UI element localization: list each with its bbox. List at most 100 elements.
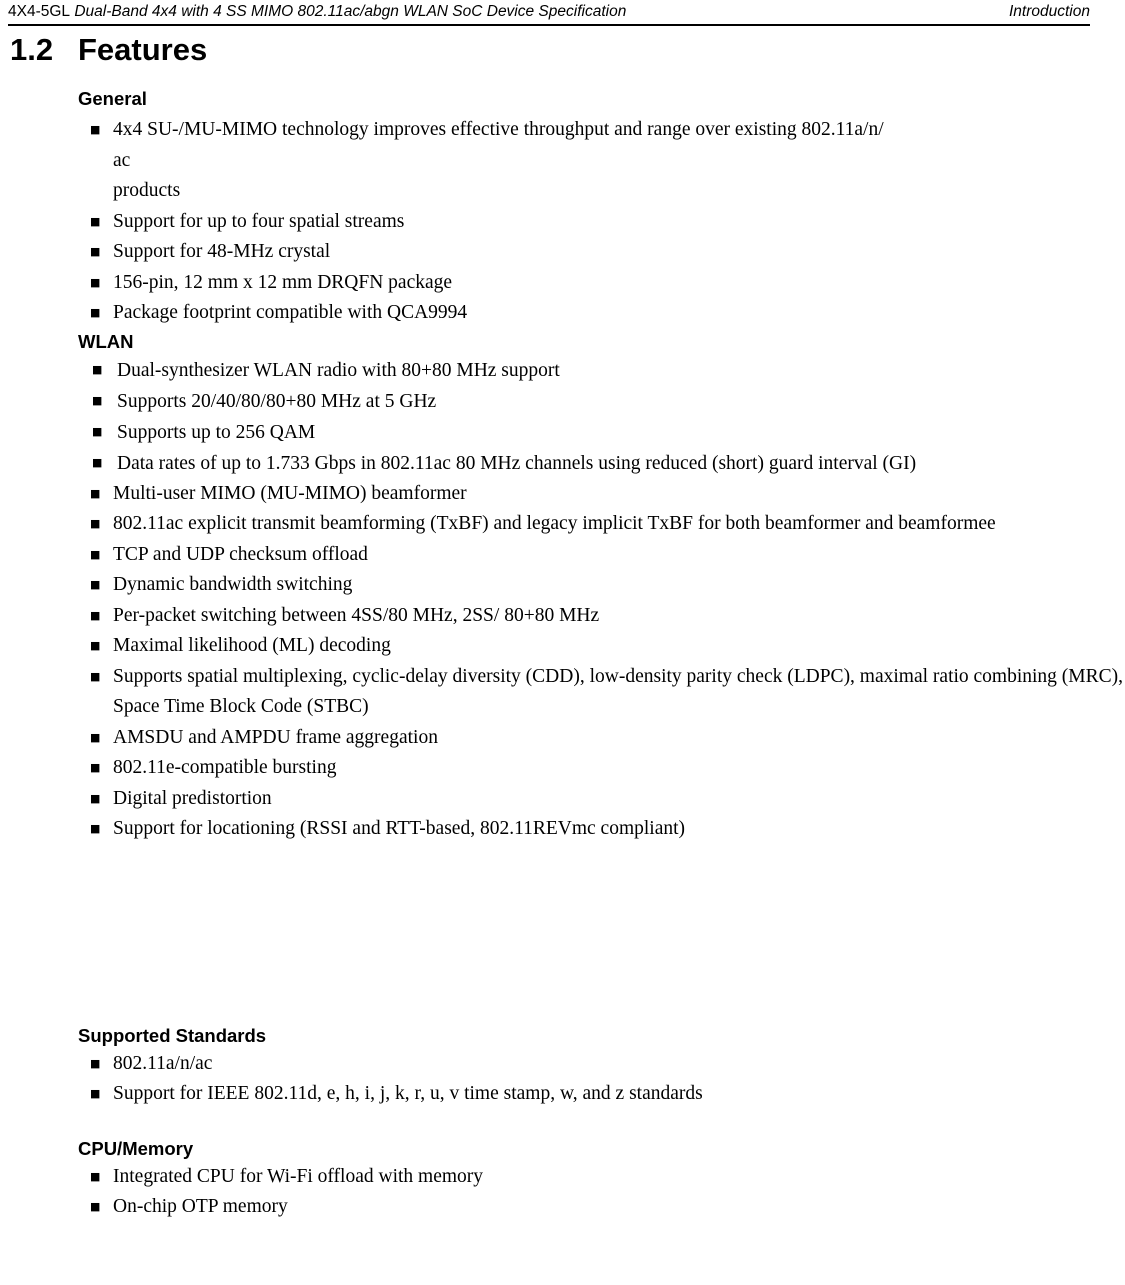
list-item: ■ On-chip OTP memory: [90, 1192, 1125, 1223]
list-item-text: Dual-synthesizer WLAN radio with 80+80 M…: [117, 359, 560, 381]
list-item-text: Package footprint compatible with QCA999…: [113, 302, 468, 323]
list-item-text: Integrated CPU for Wi-Fi offload with me…: [113, 1165, 484, 1187]
bullet-square-icon: ■: [92, 393, 103, 407]
bullet-square-icon: ■: [90, 761, 101, 774]
group-heading-wlan: WLAN: [78, 330, 134, 352]
group-general: General ■ 4x4 SU-/MU-MIMO technology imp…: [0, 86, 1125, 329]
list-item: ■ Maximal likelihood (ML) decoding: [90, 631, 1125, 662]
bullet-square-icon: ■: [90, 578, 101, 591]
list-item: ■ Support for 48-MHz crystal: [90, 237, 1125, 268]
list-item: ■ Supports spatial multiplexing, cyclic-…: [90, 662, 1125, 723]
list-item: ■ Package footprint compatible with QCA9…: [90, 298, 1125, 329]
group-heading-general: General: [78, 88, 147, 109]
list-item: ■ 156-pin, 12 mm x 12 mm DRQFN package: [90, 268, 1125, 299]
bullet-square-icon: ■: [92, 362, 103, 376]
list-item-text: Support for IEEE 802.11d, e, h, i, j, k,…: [113, 1083, 703, 1104]
bullet-square-icon: ■: [90, 822, 101, 835]
list-item: ■ 802.11a/n/ac: [90, 1049, 1125, 1080]
list-item-text: Support for locationing (RSSI and RTT-ba…: [113, 818, 686, 839]
list-item-text: 802.11a/n/ac: [113, 1052, 213, 1074]
bullet-square-icon: ■: [90, 486, 101, 500]
bullet-square-icon: ■: [90, 608, 101, 622]
list-item: ■ 802.11e-compatible bursting: [90, 753, 1125, 784]
list-item-text: Support for up to four spatial streams: [113, 210, 405, 232]
list-item-text: Digital predistortion: [113, 787, 272, 809]
group-heading-cpu-memory: CPU/Memory: [78, 1137, 194, 1159]
list-item-text: Supports spatial multiplexing, cyclic-de…: [113, 665, 1124, 718]
bullet-square-icon: ■: [90, 1169, 101, 1183]
bullet-list-general: ■ 4x4 SU-/MU-MIMO technology improves ef…: [0, 115, 1125, 329]
bullet-square-icon: ■: [90, 730, 101, 744]
header-document-line: 4X4-5GL Dual-Band 4x4 with 4 SS MIMO 802…: [8, 2, 626, 22]
list-item: ■ Per-packet switching between 4SS/80 MH…: [90, 601, 1125, 632]
list-item: ■ Integrated CPU for Wi-Fi offload with …: [90, 1162, 1125, 1193]
group-supported-standards: Supported Standards ■ 802.11a/n/ac ■ Sup…: [0, 1023, 1125, 1110]
running-header: 4X4-5GL Dual-Band 4x4 with 4 SS MIMO 802…: [8, 2, 1090, 26]
bullet-square-icon: ■: [90, 1087, 101, 1100]
bullet-square-icon: ■: [90, 547, 101, 561]
bullet-square-icon: ■: [92, 424, 103, 438]
bullet-square-icon: ■: [92, 455, 103, 469]
group-cpu-memory: CPU/Memory ■ Integrated CPU for Wi-Fi of…: [0, 1136, 1125, 1223]
list-item: ■ AMSDU and AMPDU frame aggregation: [90, 723, 1125, 754]
list-item-text: Maximal likelihood (ML) decoding: [113, 635, 391, 656]
list-item-continuation: products: [113, 180, 181, 201]
list-item-text: AMSDU and AMPDU frame aggregation: [113, 726, 438, 748]
list-item-text: Dynamic bandwidth switching: [113, 574, 353, 595]
bullet-square-icon: ■: [90, 517, 101, 530]
header-document-code: 4X4-5GL: [8, 3, 71, 20]
bullet-square-icon: ■: [90, 1200, 101, 1213]
list-item: ■ Support for locationing (RSSI and RTT-…: [90, 814, 1125, 845]
list-item: ■ 4x4 SU-/MU-MIMO technology improves ef…: [90, 115, 1125, 207]
group-heading-supported-standards: Supported Standards: [78, 1024, 267, 1046]
list-item-continuation: ac: [113, 149, 131, 171]
bullet-square-icon: ■: [90, 245, 101, 258]
list-item: ■ Supports up to 256 QAM: [92, 417, 1125, 448]
list-item-text: Data rates of up to 1.733 Gbps in 802.11…: [117, 452, 917, 474]
list-item-text: On-chip OTP memory: [113, 1196, 288, 1217]
list-item: ■ Data rates of up to 1.733 Gbps in 802.…: [92, 448, 1125, 479]
features-content: General ■ 4x4 SU-/MU-MIMO technology imp…: [0, 86, 1125, 1223]
bullet-list-wlan-upper-wrapper: ■ Dual-synthesizer WLAN radio with 80+80…: [0, 355, 1125, 479]
section-heading-1-2: 1.2 Features: [10, 28, 207, 72]
list-item: ■ Multi-user MIMO (MU-MIMO) beamformer: [90, 479, 1125, 510]
list-item: ■ Dynamic bandwidth switching: [90, 570, 1125, 601]
list-item-text: Supports 20/40/80/80+80 MHz at 5 GHz: [117, 390, 437, 412]
list-item: ■ 802.11ac explicit transmit beamforming…: [90, 509, 1125, 540]
list-item-text: 802.11ac explicit transmit beamforming (…: [113, 513, 996, 534]
bullet-square-icon: ■: [90, 214, 101, 228]
bullet-list-wlan-lower: ■ Multi-user MIMO (MU-MIMO) beamformer ■…: [0, 479, 1125, 845]
list-item-text: 4x4 SU-/MU-MIMO technology improves effe…: [113, 119, 884, 140]
list-item: ■ Support for up to four spatial streams: [90, 207, 1125, 238]
bullet-square-icon: ■: [90, 669, 101, 683]
header-divider-rule: [8, 24, 1090, 26]
list-item-text: Support for 48-MHz crystal: [113, 241, 331, 262]
list-item: ■ Dual-synthesizer WLAN radio with 80+80…: [92, 355, 1125, 386]
section-title: Features: [78, 32, 208, 67]
bullet-square-icon: ■: [90, 275, 101, 289]
header-document-title: Dual-Band 4x4 with 4 SS MIMO 802.11ac/ab…: [74, 3, 627, 20]
list-item-text: 156-pin, 12 mm x 12 mm DRQFN package: [113, 271, 453, 293]
bullet-square-icon: ■: [90, 791, 101, 805]
bullet-list-wlan-upper: ■ Dual-synthesizer WLAN radio with 80+80…: [0, 355, 1125, 479]
list-item: ■ Digital predistortion: [90, 784, 1125, 815]
bullet-square-icon: ■: [90, 1056, 101, 1070]
list-item-text: Multi-user MIMO (MU-MIMO) beamformer: [113, 482, 467, 504]
bullet-list-cpu-memory: ■ Integrated CPU for Wi-Fi offload with …: [0, 1162, 1125, 1223]
bullet-list-wlan-lower-wrapper: ■ Multi-user MIMO (MU-MIMO) beamformer ■…: [0, 479, 1125, 845]
group-wlan: WLAN ■ Dual-synthesizer WLAN radio with …: [0, 329, 1125, 845]
page-blank-gap: [0, 845, 1125, 1023]
bullet-square-icon: ■: [90, 123, 101, 136]
list-item: ■ Support for IEEE 802.11d, e, h, i, j, …: [90, 1079, 1125, 1110]
bullet-square-icon: ■: [90, 639, 101, 652]
list-item: ■ TCP and UDP checksum offload: [90, 540, 1125, 571]
header-chapter-label: Introduction: [1009, 3, 1090, 20]
bullet-list-supported-standards: ■ 802.11a/n/ac ■ Support for IEEE 802.11…: [0, 1049, 1125, 1110]
list-item-text: 802.11e-compatible bursting: [113, 757, 337, 778]
section-number: 1.2: [10, 32, 54, 67]
list-item: ■ Supports 20/40/80/80+80 MHz at 5 GHz: [92, 386, 1125, 417]
list-item-text: TCP and UDP checksum offload: [113, 543, 368, 565]
bullet-square-icon: ■: [90, 306, 101, 319]
list-item-text: Per-packet switching between 4SS/80 MHz,…: [113, 604, 600, 626]
